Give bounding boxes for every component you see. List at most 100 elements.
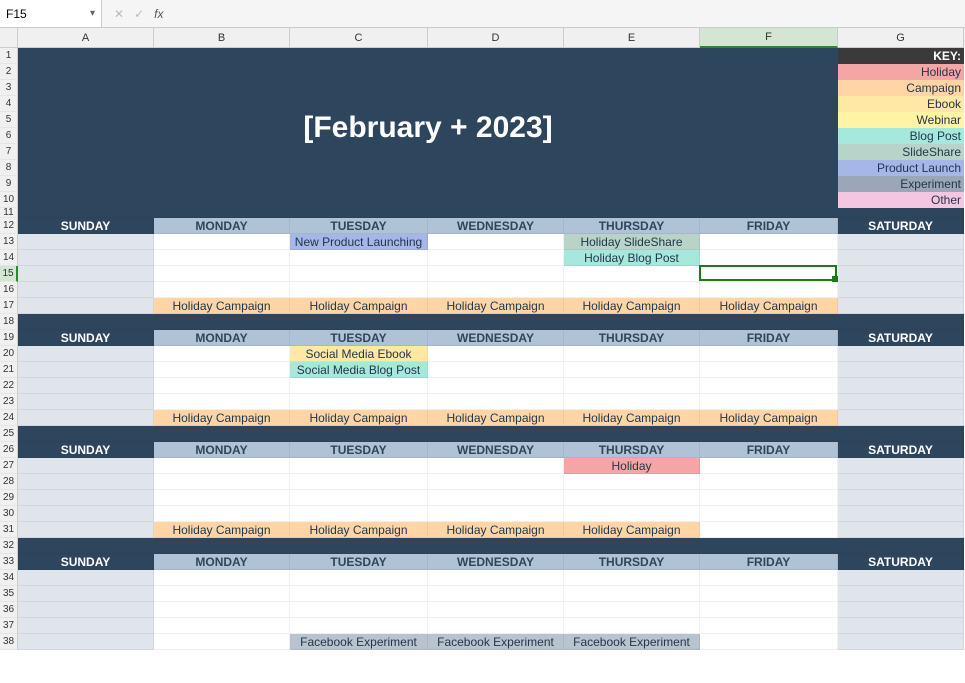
cell-G34[interactable] [838, 570, 964, 586]
cell-G13[interactable] [838, 234, 964, 250]
cell-C27[interactable] [290, 458, 428, 474]
cell-F29[interactable] [700, 490, 838, 506]
row-header-19[interactable]: 19 [0, 330, 18, 346]
accept-icon[interactable]: ✓ [134, 7, 144, 21]
cell-G29[interactable] [838, 490, 964, 506]
cell-E16[interactable] [564, 282, 700, 298]
event-experiment-C38[interactable]: Facebook Experiment [290, 634, 428, 650]
cell-C29[interactable] [290, 490, 428, 506]
row-header-27[interactable]: 27 [0, 458, 18, 474]
cell-F20[interactable] [700, 346, 838, 362]
event-campaign-C31[interactable]: Holiday Campaign [290, 522, 428, 538]
row-header-11[interactable]: 11 [0, 208, 18, 218]
cell-B35[interactable] [154, 586, 290, 602]
row-header-2[interactable]: 2 [0, 64, 18, 80]
event-campaign-E24[interactable]: Holiday Campaign [564, 410, 700, 426]
cell-F30[interactable] [700, 506, 838, 522]
cell-B36[interactable] [154, 602, 290, 618]
cell-D21[interactable] [428, 362, 564, 378]
row-header-34[interactable]: 34 [0, 570, 18, 586]
cell-A21[interactable] [18, 362, 154, 378]
row-header-8[interactable]: 8 [0, 160, 18, 176]
cell-A35[interactable] [18, 586, 154, 602]
formula-input[interactable] [169, 0, 965, 27]
grid[interactable]: 1234567891011121314151617181920212223242… [0, 48, 965, 683]
column-header-G[interactable]: G [838, 28, 964, 48]
cell-E22[interactable] [564, 378, 700, 394]
cell-A28[interactable] [18, 474, 154, 490]
row-header-3[interactable]: 3 [0, 80, 18, 96]
cell-C28[interactable] [290, 474, 428, 490]
row-header-18[interactable]: 18 [0, 314, 18, 330]
row-header-4[interactable]: 4 [0, 96, 18, 112]
cell-C22[interactable] [290, 378, 428, 394]
row-header-14[interactable]: 14 [0, 250, 18, 266]
cell-D16[interactable] [428, 282, 564, 298]
cell-D27[interactable] [428, 458, 564, 474]
event-campaign-E17[interactable]: Holiday Campaign [564, 298, 700, 314]
chevron-down-icon[interactable]: ▾ [90, 8, 95, 19]
cell-D13[interactable] [428, 234, 564, 250]
cell-F21[interactable] [700, 362, 838, 378]
cell-C23[interactable] [290, 394, 428, 410]
event-campaign-C17[interactable]: Holiday Campaign [290, 298, 428, 314]
row-header-30[interactable]: 30 [0, 506, 18, 522]
cell-G23[interactable] [838, 394, 964, 410]
cell-A24[interactable] [18, 410, 154, 426]
row-header-25[interactable]: 25 [0, 426, 18, 442]
cell-G22[interactable] [838, 378, 964, 394]
event-campaign-F24[interactable]: Holiday Campaign [700, 410, 838, 426]
row-header-31[interactable]: 31 [0, 522, 18, 538]
cell-D34[interactable] [428, 570, 564, 586]
cell-A34[interactable] [18, 570, 154, 586]
row-header-13[interactable]: 13 [0, 234, 18, 250]
cell-G30[interactable] [838, 506, 964, 522]
cell-F38[interactable] [700, 634, 838, 650]
cell-F27[interactable] [700, 458, 838, 474]
row-header-29[interactable]: 29 [0, 490, 18, 506]
cell-B15[interactable] [154, 266, 290, 282]
cell-E37[interactable] [564, 618, 700, 634]
cell-E20[interactable] [564, 346, 700, 362]
cell-A20[interactable] [18, 346, 154, 362]
row-header-1[interactable]: 1 [0, 48, 18, 64]
row-header-28[interactable]: 28 [0, 474, 18, 490]
cell-G35[interactable] [838, 586, 964, 602]
row-header-23[interactable]: 23 [0, 394, 18, 410]
cell-A14[interactable] [18, 250, 154, 266]
row-header-24[interactable]: 24 [0, 410, 18, 426]
cell-B21[interactable] [154, 362, 290, 378]
cell-F14[interactable] [700, 250, 838, 266]
cell-A29[interactable] [18, 490, 154, 506]
cell-F15[interactable] [700, 266, 838, 282]
cell-F31[interactable] [700, 522, 838, 538]
cell-B38[interactable] [154, 634, 290, 650]
cell-F28[interactable] [700, 474, 838, 490]
cell-E28[interactable] [564, 474, 700, 490]
row-header-16[interactable]: 16 [0, 282, 18, 298]
cell-G36[interactable] [838, 602, 964, 618]
cell-E34[interactable] [564, 570, 700, 586]
cell-D20[interactable] [428, 346, 564, 362]
cell-C30[interactable] [290, 506, 428, 522]
cell-D35[interactable] [428, 586, 564, 602]
cell-E15[interactable] [564, 266, 700, 282]
column-header-C[interactable]: C [290, 28, 428, 48]
cell-B13[interactable] [154, 234, 290, 250]
cell-A27[interactable] [18, 458, 154, 474]
cell-A23[interactable] [18, 394, 154, 410]
select-all-corner[interactable] [0, 28, 18, 48]
row-header-15[interactable]: 15 [0, 266, 18, 282]
column-header-B[interactable]: B [154, 28, 290, 48]
cell-A38[interactable] [18, 634, 154, 650]
cell-F16[interactable] [700, 282, 838, 298]
cell-E35[interactable] [564, 586, 700, 602]
cell-G20[interactable] [838, 346, 964, 362]
event-ebook-C20[interactable]: Social Media Ebook [290, 346, 428, 362]
row-header-12[interactable]: 12 [0, 218, 18, 234]
cell-A17[interactable] [18, 298, 154, 314]
column-header-E[interactable]: E [564, 28, 700, 48]
cell-D14[interactable] [428, 250, 564, 266]
cell-E23[interactable] [564, 394, 700, 410]
cancel-icon[interactable]: ✕ [114, 7, 124, 21]
